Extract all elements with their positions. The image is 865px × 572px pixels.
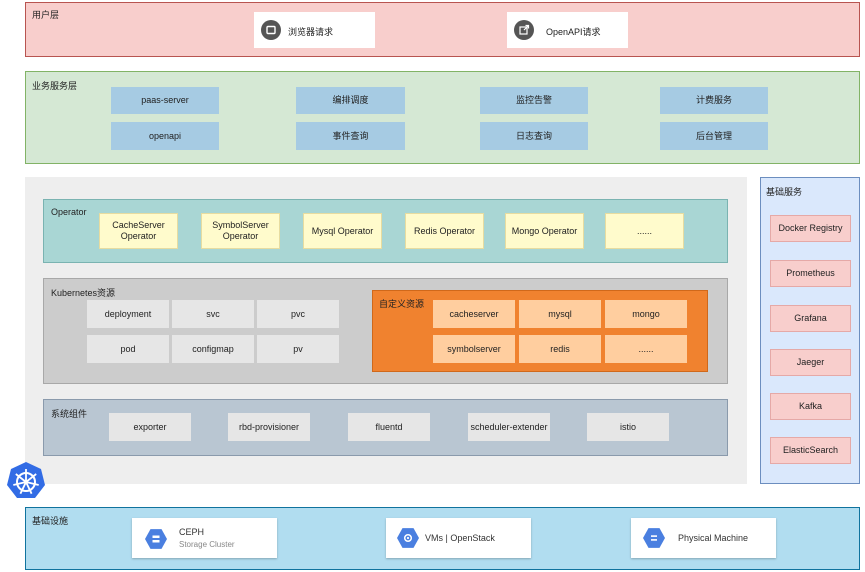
component-scheduler-extender[interactable]: scheduler-extender	[468, 413, 550, 441]
ceph-subtitle: Storage Cluster	[179, 540, 235, 549]
component-exporter[interactable]: exporter	[109, 413, 191, 441]
crd-mongo[interactable]: mongo	[605, 300, 687, 328]
base-docker-registry[interactable]: Docker Registry	[770, 215, 851, 242]
business-layer-title: 业务服务层	[32, 81, 78, 91]
crd-more[interactable]: ......	[605, 335, 687, 363]
k8s-configmap[interactable]: configmap	[172, 335, 254, 363]
crd-mysql[interactable]: mysql	[519, 300, 601, 328]
operator-redis[interactable]: Redis Operator	[405, 213, 484, 249]
system-components-title: 系统组件	[51, 409, 88, 419]
service-openapi[interactable]: openapi	[111, 122, 219, 150]
openapi-request-label: OpenAPI请求	[546, 27, 601, 37]
service-billing[interactable]: 计费服务	[660, 87, 768, 114]
base-grafana[interactable]: Grafana	[770, 305, 851, 332]
base-kafka[interactable]: Kafka	[770, 393, 851, 420]
service-paas-server[interactable]: paas-server	[111, 87, 219, 114]
crd-symbolserver[interactable]: symbolserver	[433, 335, 515, 363]
k8s-pvc[interactable]: pvc	[257, 300, 339, 328]
infrastructure-title: 基础设施	[32, 516, 69, 526]
operator-cacheserver[interactable]: CacheServer Operator	[99, 213, 178, 249]
browser-request-label: 浏览器请求	[288, 27, 334, 37]
external-link-icon	[514, 20, 534, 40]
ceph-title: CEPH	[179, 527, 205, 537]
base-elasticsearch[interactable]: ElasticSearch	[770, 437, 851, 464]
operator-title: Operator	[51, 207, 87, 217]
k8s-svc[interactable]: svc	[172, 300, 254, 328]
k8s-pod[interactable]: pod	[87, 335, 169, 363]
kubernetes-helm-icon	[6, 461, 46, 501]
operator-mysql[interactable]: Mysql Operator	[303, 213, 382, 249]
k8s-pv[interactable]: pv	[257, 335, 339, 363]
base-services-title: 基础服务	[766, 187, 803, 197]
service-event-query[interactable]: 事件查询	[296, 122, 405, 150]
component-istio[interactable]: istio	[587, 413, 669, 441]
physical-machine-label: Physical Machine	[678, 533, 749, 543]
service-admin[interactable]: 后台管理	[660, 122, 768, 150]
vms-label: VMs | OpenStack	[425, 533, 495, 543]
crd-redis[interactable]: redis	[519, 335, 601, 363]
browser-window-icon	[261, 20, 281, 40]
user-layer	[25, 2, 860, 57]
service-log-query[interactable]: 日志查询	[480, 122, 588, 150]
user-layer-title: 用户层	[32, 10, 60, 20]
operator-more[interactable]: ......	[605, 213, 684, 249]
crd-cacheserver[interactable]: cacheserver	[433, 300, 515, 328]
operator-symbolserver[interactable]: SymbolServer Operator	[201, 213, 280, 249]
kubernetes-resources-title: Kubernetes资源	[51, 288, 116, 298]
base-jaeger[interactable]: Jaeger	[770, 349, 851, 376]
business-layer	[25, 71, 860, 164]
custom-resources-title: 自定义资源	[379, 299, 425, 309]
component-rbd-provisioner[interactable]: rbd-provisioner	[228, 413, 310, 441]
operator-mongo[interactable]: Mongo Operator	[505, 213, 584, 249]
k8s-deployment[interactable]: deployment	[87, 300, 169, 328]
service-monitoring[interactable]: 监控告警	[480, 87, 588, 114]
component-fluentd[interactable]: fluentd	[348, 413, 430, 441]
service-orchestration[interactable]: 编排调度	[296, 87, 405, 114]
base-prometheus[interactable]: Prometheus	[770, 260, 851, 287]
